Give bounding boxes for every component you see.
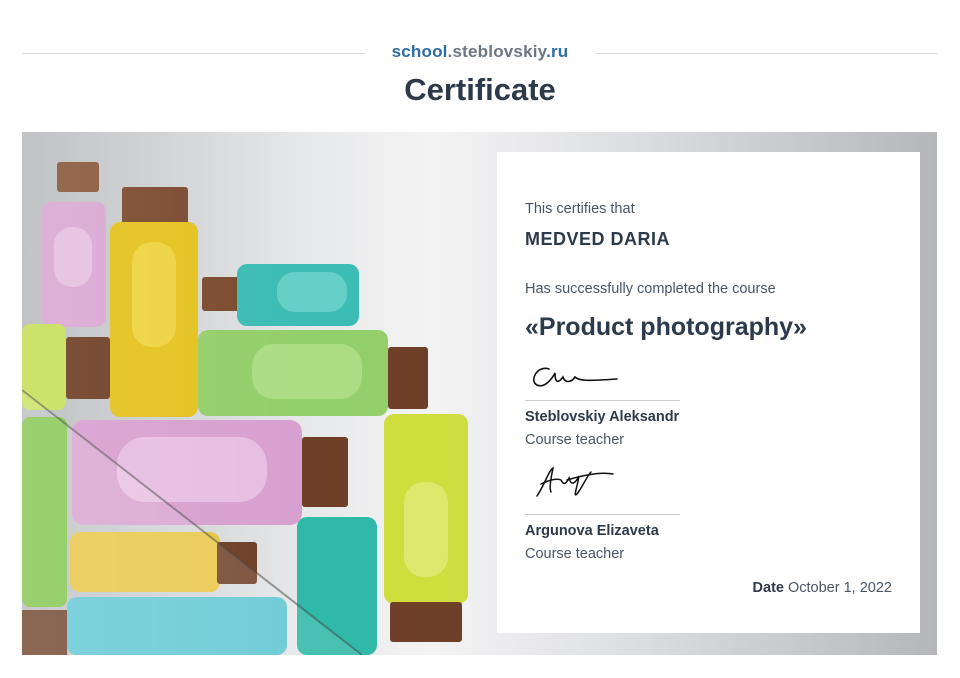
site-logo-part-tld: .ru (546, 42, 569, 61)
signature-line-2 (525, 514, 680, 515)
teacher-role-2: Course teacher (525, 546, 625, 562)
signature-steblovskiy (533, 367, 618, 387)
date-value: October 1, 2022 (788, 580, 892, 596)
teacher-name-1: Steblovskiy Aleksandr (525, 409, 680, 425)
signature-argunova (536, 466, 614, 497)
date-label: Date (752, 580, 784, 596)
recipient-name: MEDVED DARIA (525, 229, 671, 249)
signature-line-1 (525, 400, 680, 401)
course-name: «Product photography» (525, 313, 807, 341)
page-title: Certificate (404, 72, 556, 107)
certificate-date: Date October 1, 2022 (753, 580, 892, 596)
site-logo-part-domain: .steblovskiy (447, 42, 547, 61)
site-logo-part-school: school (391, 42, 448, 61)
teacher-name-2: Argunova Elizaveta (525, 523, 659, 539)
site-logo: school.steblovskiy.ru (0, 42, 960, 62)
certificate-card: This certifies that MEDVED DARIA Has suc… (497, 152, 920, 633)
certifies-text: This certifies that (525, 201, 635, 217)
completed-text: Has successfully completed the course (525, 281, 776, 297)
teacher-role-1: Course teacher (525, 432, 625, 448)
